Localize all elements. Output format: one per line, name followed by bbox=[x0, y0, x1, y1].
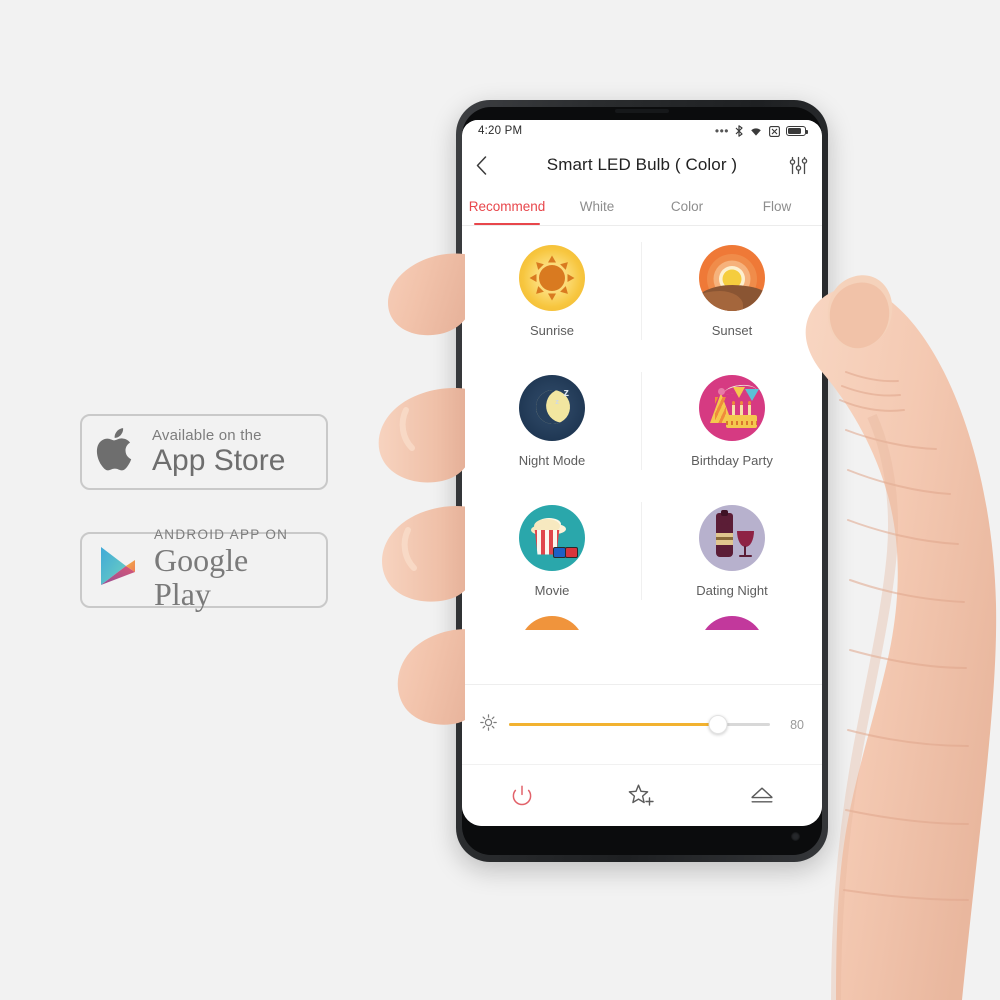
google-play-badge-text: ANDROID APP ON Google Play bbox=[154, 528, 310, 611]
brightness-value: 80 bbox=[790, 717, 804, 732]
eject-icon bbox=[751, 787, 773, 802]
wifi-icon bbox=[749, 126, 763, 137]
tab-color[interactable]: Color bbox=[642, 188, 732, 225]
brightness-slider[interactable] bbox=[509, 715, 770, 734]
camera-dot bbox=[791, 832, 800, 841]
power-button[interactable] bbox=[462, 783, 582, 809]
dating-night-icon bbox=[699, 504, 765, 571]
more-dots-icon: ••• bbox=[714, 124, 729, 138]
app-store-badge-text: Available on the App Store bbox=[152, 426, 286, 477]
app-store-title: App Store bbox=[152, 444, 286, 477]
phone-screen: 4:20 PM ••• Smart LED Bulb (Color) Rec… bbox=[462, 120, 822, 826]
status-bar: 4:20 PM ••• bbox=[462, 120, 822, 142]
sunrise-icon bbox=[519, 244, 585, 311]
birthday-party-icon bbox=[699, 374, 765, 441]
slider-thumb[interactable] bbox=[708, 715, 728, 734]
eject-button[interactable] bbox=[702, 785, 822, 807]
movie-icon bbox=[519, 504, 585, 571]
scene-label: Night Mode bbox=[518, 452, 586, 468]
tab-recommend-label: Recommend bbox=[468, 199, 546, 214]
status-icons: ••• bbox=[714, 124, 808, 138]
sunset-icon bbox=[699, 244, 765, 311]
back-button[interactable] bbox=[476, 155, 502, 175]
scene-item-birthday-party[interactable]: Birthday Party bbox=[642, 356, 822, 486]
scene-label: Sunset bbox=[711, 322, 753, 338]
chevron-left-icon bbox=[476, 155, 487, 175]
thumb-and-palm bbox=[805, 275, 997, 1000]
scene-row-partial[interactable] bbox=[462, 616, 822, 630]
google-play-tagline: ANDROID APP ON bbox=[154, 527, 289, 543]
google-play-triangle-icon bbox=[96, 544, 140, 597]
scene-label: Dating Night bbox=[696, 582, 768, 598]
scene-grid: Sunrise Sunset z z Night Mode Birthday P… bbox=[462, 226, 822, 616]
add-favourite-button[interactable] bbox=[582, 783, 702, 809]
google-play-title: Google Play bbox=[154, 542, 249, 612]
page-title: Smart LED Bulb ( Color ) bbox=[546, 155, 738, 174]
tab-color-label: Color bbox=[670, 199, 704, 214]
scene-item-movie[interactable]: Movie bbox=[462, 486, 642, 616]
star-plus-icon bbox=[628, 784, 654, 806]
scene-label: Birthday Party bbox=[691, 452, 773, 468]
scene-item-sunrise[interactable]: Sunrise bbox=[462, 226, 642, 356]
battery-icon bbox=[786, 126, 808, 136]
phone-bezel: 4:20 PM ••• Smart LED Bulb (Color) Rec… bbox=[462, 107, 822, 855]
sliders-icon bbox=[789, 156, 808, 174]
brightness-control: 80 bbox=[462, 684, 822, 764]
settings-button[interactable] bbox=[782, 156, 808, 175]
scene-item-sunset[interactable]: Sunset bbox=[642, 226, 822, 356]
tab-flow[interactable]: Flow bbox=[732, 188, 822, 225]
google-play-badge[interactable]: ANDROID APP ON Google Play bbox=[80, 528, 328, 611]
scene-list[interactable]: Sunrise Sunset z z Night Mode Birthday P… bbox=[462, 226, 822, 684]
app-bar: Smart LED Bulb ( Color ) bbox=[462, 142, 822, 188]
tab-white[interactable]: White bbox=[552, 188, 642, 225]
power-icon bbox=[512, 784, 532, 805]
tab-recommend[interactable]: Recommend bbox=[462, 188, 552, 225]
scene-icon-partial-magenta bbox=[699, 616, 765, 630]
status-time: 4:20 PM bbox=[478, 125, 523, 137]
scene-label: Movie bbox=[534, 582, 570, 598]
scene-label: Sunrise bbox=[529, 322, 575, 338]
tab-flow-label: Flow bbox=[762, 199, 792, 214]
scene-item-dating-night[interactable]: Dating Night bbox=[642, 486, 822, 616]
slider-fill bbox=[509, 723, 718, 726]
apple-logo-icon bbox=[96, 425, 138, 480]
scene-icon-partial-orange bbox=[519, 616, 585, 630]
scene-item-night-mode[interactable]: zz Night Mode bbox=[462, 356, 642, 486]
bottom-toolbar bbox=[462, 764, 822, 826]
night-mode-icon: zz bbox=[519, 374, 585, 441]
app-store-badge[interactable]: Available on the App Store bbox=[80, 414, 328, 490]
smartphone-device: 4:20 PM ••• Smart LED Bulb (Color) Rec… bbox=[456, 100, 828, 862]
alarm-icon bbox=[769, 125, 780, 137]
tab-white-label: White bbox=[579, 199, 615, 214]
earpiece-speaker bbox=[615, 109, 669, 113]
app-store-tagline: Available on the bbox=[152, 426, 262, 444]
mode-tabs: Recommend White Color Flow bbox=[462, 188, 822, 226]
brightness-icon bbox=[480, 713, 497, 736]
scene-root: Available on the App Store ANDROID APP O… bbox=[0, 0, 1000, 1000]
bluetooth-icon bbox=[735, 125, 743, 137]
